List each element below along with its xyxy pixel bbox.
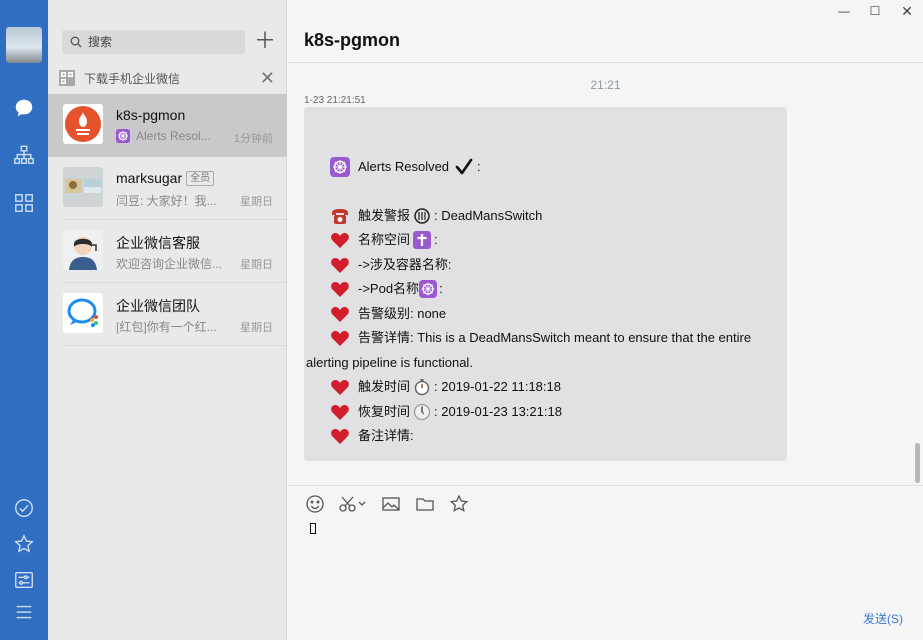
- message-timestamp: 1-23 21:21:51: [304, 95, 366, 106]
- conversation-time: 星期日: [240, 196, 273, 208]
- conversation-time: 星期日: [240, 322, 273, 334]
- message-line: ->涉及容器名称:: [330, 253, 775, 278]
- left-rail: [0, 0, 48, 640]
- conversation-time: 星期日: [240, 259, 273, 271]
- heart-icon: [331, 233, 349, 249]
- cross-icon: [413, 231, 432, 250]
- alarm-icon: [414, 208, 430, 224]
- divider: [63, 345, 286, 346]
- stopwatch-icon: [414, 379, 430, 396]
- search-input[interactable]: [88, 35, 228, 49]
- maximize-icon[interactable]: ☐: [868, 4, 882, 18]
- conversation-preview: Alerts Resol...: [116, 129, 224, 143]
- heart-icon: [331, 282, 349, 298]
- conversation-item[interactable]: 企业微信团队 [红包]你有一个红... 星期日: [48, 283, 287, 346]
- close-window-icon[interactable]: ✕: [900, 4, 914, 18]
- message-line: ->Pod名称 :: [330, 277, 775, 302]
- check-mark-icon: [455, 158, 473, 175]
- support-avatar: [63, 230, 103, 270]
- star-icon[interactable]: [12, 532, 36, 556]
- group-avatar: [63, 167, 103, 207]
- heart-icon: [331, 404, 349, 420]
- input-divider: [288, 485, 923, 486]
- heart-icon: [331, 306, 349, 322]
- minimize-icon[interactable]: —: [837, 4, 851, 18]
- heart-icon: [331, 257, 349, 273]
- folder-icon[interactable]: [414, 494, 436, 514]
- org-tree-icon[interactable]: [12, 143, 36, 167]
- chat-bubble-icon[interactable]: [12, 96, 36, 120]
- message-line: alerting pipeline is functional.: [306, 354, 473, 370]
- qr-code-icon: [59, 70, 75, 86]
- message-line: 备注详情:: [330, 424, 775, 449]
- settings-sliders-icon[interactable]: [12, 568, 36, 592]
- emoji-icon[interactable]: [304, 494, 326, 514]
- download-mobile-banner[interactable]: 下载手机企业微信 ✕: [48, 64, 287, 92]
- prometheus-avatar: [63, 104, 103, 144]
- conversation-name: k8s-pgmon: [116, 107, 186, 123]
- conversation-preview: 闫豆: 大家好！我...: [116, 194, 217, 208]
- scrollbar-thumb[interactable]: [915, 443, 920, 483]
- conversation-item[interactable]: 企业微信客服 欢迎咨询企业微信... 星期日: [48, 220, 287, 283]
- conversation-preview: 欢迎咨询企业微信...: [116, 257, 223, 271]
- chat-title: k8s-pgmon: [304, 30, 401, 50]
- clock-icon: [413, 403, 431, 420]
- time-divider: 21:21: [590, 78, 621, 92]
- telephone-icon: [332, 208, 348, 224]
- heart-icon: [331, 429, 349, 445]
- search-box[interactable]: [62, 30, 245, 54]
- chat-panel: — ☐ ✕ k8s-pgmon 21:21 1-23 21:21:51 Aler…: [288, 0, 923, 640]
- header-divider: [288, 62, 923, 63]
- message-line: 恢复时间 : 2019-01-23 13:21:18: [330, 400, 775, 425]
- conversation-preview: [红包]你有一个红...: [116, 320, 217, 334]
- conversation-item[interactable]: marksugar 全员 闫豆: 大家好！我... 星期日: [48, 157, 287, 220]
- wecom-team-avatar: [63, 293, 103, 333]
- search-icon: [70, 36, 82, 48]
- message-line: 触发警报 : DeadMansSwitch: [330, 204, 775, 229]
- conversation-name: 企业微信客服: [116, 235, 200, 251]
- message-line: 名称空间 :: [330, 228, 775, 253]
- text-cursor[interactable]: [310, 523, 316, 534]
- conversation-name: 企业微信团队: [116, 298, 200, 314]
- apps-grid-icon[interactable]: [12, 191, 36, 215]
- message-bubble[interactable]: Alerts Resolved : 触发警报 : DeadMansSwitch …: [304, 107, 787, 461]
- user-avatar[interactable]: [6, 27, 42, 63]
- check-circle-icon[interactable]: [12, 496, 36, 520]
- screenshot-scissors-icon[interactable]: [338, 494, 368, 514]
- conversation-name: marksugar 全员: [116, 170, 215, 186]
- kubernetes-icon: [419, 280, 438, 299]
- add-button[interactable]: ＋: [254, 30, 276, 54]
- image-icon[interactable]: [380, 494, 402, 514]
- message-line: Alerts Resolved :: [330, 155, 775, 180]
- banner-text: 下载手机企业微信: [84, 71, 181, 86]
- all-members-badge: 全员: [186, 171, 215, 186]
- heart-icon: [331, 331, 349, 347]
- message-line: 触发时间 : 2019-01-22 11:18:18: [330, 375, 775, 400]
- message-line: 告警级别: none: [330, 302, 775, 327]
- conversation-item[interactable]: k8s-pgmon Alerts Resol... 1分钟前: [48, 94, 287, 157]
- conversation-list-panel: ＋ 下载手机企业微信 ✕ k8s-pgmon Alerts Resol... 1…: [48, 0, 287, 640]
- send-button[interactable]: 发送(S): [863, 610, 903, 627]
- kubernetes-icon: [116, 129, 130, 143]
- menu-icon[interactable]: [12, 600, 36, 624]
- message-line: 告警详情: This is a DeadMansSwitch meant to …: [330, 326, 775, 351]
- kubernetes-icon: [330, 157, 350, 178]
- favorite-star-icon[interactable]: [448, 494, 470, 514]
- close-icon[interactable]: ✕: [260, 68, 275, 89]
- conversation-time: 1分钟前: [233, 133, 273, 145]
- input-toolbar: [304, 494, 482, 514]
- heart-icon: [331, 380, 349, 396]
